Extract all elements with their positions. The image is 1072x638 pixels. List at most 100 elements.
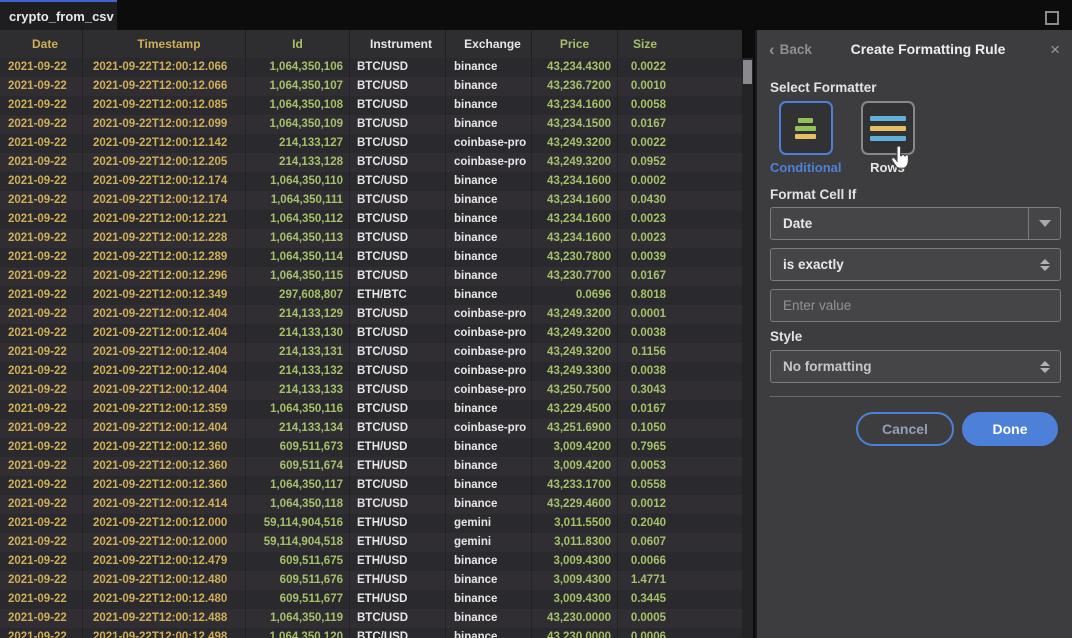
table-row[interactable]: 2021-09-22 2021-09-22T12:00:12.349 297,6… [0, 286, 742, 305]
bar-blue-top [870, 116, 906, 121]
table-row[interactable]: 2021-09-22 2021-09-22T12:00:12.498 1,064… [0, 628, 742, 638]
cell-instrument: BTC/USD [350, 609, 446, 628]
table-row[interactable]: 2021-09-22 2021-09-22T12:00:12.404 214,1… [0, 324, 742, 343]
table-row[interactable]: 2021-09-22 2021-09-22T12:00:12.404 214,1… [0, 362, 742, 381]
cell-instrument: BTC/USD [350, 96, 446, 115]
table-row[interactable]: 2021-09-22 2021-09-22T12:00:12.174 1,064… [0, 191, 742, 210]
cell-date: 2021-09-22 [0, 419, 83, 438]
cell-size: 0.0005 [618, 609, 672, 628]
table-row[interactable]: 2021-09-22 2021-09-22T12:00:12.066 1,064… [0, 77, 742, 96]
table-row[interactable]: 2021-09-22 2021-09-22T12:00:12.479 609,5… [0, 552, 742, 571]
column-header-exchange[interactable]: Exchange [446, 30, 532, 58]
cell-timestamp: 2021-09-22T12:00:12.066 [83, 77, 246, 96]
table-row[interactable]: 2021-09-22 2021-09-22T12:00:12.000 59,11… [0, 533, 742, 552]
table-row[interactable]: 2021-09-22 2021-09-22T12:00:12.480 609,5… [0, 590, 742, 609]
column-dropdown[interactable]: Date [770, 207, 1061, 240]
caret-down [1040, 266, 1050, 271]
rows-label: Rows [870, 160, 905, 175]
style-dropdown[interactable]: No formatting [770, 350, 1061, 383]
table-row[interactable]: 2021-09-22 2021-09-22T12:00:12.404 214,1… [0, 419, 742, 438]
cell-id: 1,064,350,107 [246, 77, 350, 96]
cell-id: 1,064,350,108 [246, 96, 350, 115]
cell-timestamp: 2021-09-22T12:00:12.296 [83, 267, 246, 286]
cell-id: 1,064,350,111 [246, 191, 350, 210]
table-row[interactable]: 2021-09-22 2021-09-22T12:00:12.205 214,1… [0, 153, 742, 172]
cell-instrument: BTC/USD [350, 134, 446, 153]
cell-instrument: BTC/USD [350, 628, 446, 638]
table-row[interactable]: 2021-09-22 2021-09-22T12:00:12.414 1,064… [0, 495, 742, 514]
cell-date: 2021-09-22 [0, 628, 83, 638]
cell-price: 43,234.1600 [532, 229, 618, 248]
table-row[interactable]: 2021-09-22 2021-09-22T12:00:12.360 609,5… [0, 457, 742, 476]
cell-exchange: binance [446, 438, 532, 457]
cell-exchange: coinbase-pro [446, 381, 532, 400]
cell-size: 0.0038 [618, 362, 672, 381]
cell-date: 2021-09-22 [0, 362, 83, 381]
table-row[interactable]: 2021-09-22 2021-09-22T12:00:12.488 1,064… [0, 609, 742, 628]
table-row[interactable]: 2021-09-22 2021-09-22T12:00:12.359 1,064… [0, 400, 742, 419]
cell-date: 2021-09-22 [0, 533, 83, 552]
table-row[interactable]: 2021-09-22 2021-09-22T12:00:12.480 609,5… [0, 571, 742, 590]
formatter-option-rows[interactable]: Rows [861, 101, 915, 175]
maximize-button[interactable] [1043, 9, 1060, 26]
cell-size: 0.0066 [618, 552, 672, 571]
back-button[interactable]: ‹ Back [769, 42, 812, 57]
cell-price: 43,249.3300 [532, 362, 618, 381]
cell-date: 2021-09-22 [0, 438, 83, 457]
cell-instrument: BTC/USD [350, 267, 446, 286]
column-header-timestamp[interactable]: Timestamp [83, 30, 246, 58]
cancel-button[interactable]: Cancel [856, 412, 954, 446]
cell-exchange: binance [446, 286, 532, 305]
cell-instrument: BTC/USD [350, 191, 446, 210]
cell-date: 2021-09-22 [0, 172, 83, 191]
cell-id: 214,133,130 [246, 324, 350, 343]
table-row[interactable]: 2021-09-22 2021-09-22T12:00:12.174 1,064… [0, 172, 742, 191]
cell-size: 0.0167 [618, 267, 672, 286]
table-row[interactable]: 2021-09-22 2021-09-22T12:00:12.000 59,11… [0, 514, 742, 533]
cell-size: 0.0952 [618, 153, 672, 172]
caret-up [1040, 259, 1050, 264]
cell-size: 0.0023 [618, 210, 672, 229]
value-input[interactable] [771, 290, 1060, 321]
cell-id: 609,511,674 [246, 457, 350, 476]
close-icon[interactable]: × [1050, 41, 1060, 58]
table-row[interactable]: 2021-09-22 2021-09-22T12:00:12.142 214,1… [0, 134, 742, 153]
formatter-option-conditional[interactable]: Conditional [770, 101, 842, 175]
column-header-instrument[interactable]: Instrument [350, 30, 446, 58]
cell-timestamp: 2021-09-22T12:00:12.174 [83, 191, 246, 210]
cell-exchange: binance [446, 590, 532, 609]
table-row[interactable]: 2021-09-22 2021-09-22T12:00:12.360 609,5… [0, 438, 742, 457]
table-row[interactable]: 2021-09-22 2021-09-22T12:00:12.085 1,064… [0, 96, 742, 115]
column-header-date[interactable]: Date [0, 30, 83, 58]
table-row[interactable]: 2021-09-22 2021-09-22T12:00:12.289 1,064… [0, 248, 742, 267]
table-row[interactable]: 2021-09-22 2021-09-22T12:00:12.404 214,1… [0, 381, 742, 400]
operator-dropdown[interactable]: is exactly [770, 248, 1061, 281]
cell-instrument: BTC/USD [350, 77, 446, 96]
table-row[interactable]: 2021-09-22 2021-09-22T12:00:12.404 214,1… [0, 343, 742, 362]
column-header-size[interactable]: Size [618, 30, 672, 58]
column-header-id[interactable]: Id [246, 30, 350, 58]
cell-date: 2021-09-22 [0, 77, 83, 96]
cell-size: 0.3445 [618, 590, 672, 609]
cell-exchange: binance [446, 229, 532, 248]
cell-date: 2021-09-22 [0, 153, 83, 172]
table-row[interactable]: 2021-09-22 2021-09-22T12:00:12.099 1,064… [0, 115, 742, 134]
vertical-scrollbar[interactable] [742, 58, 753, 638]
table-row[interactable]: 2021-09-22 2021-09-22T12:00:12.296 1,064… [0, 267, 742, 286]
cell-timestamp: 2021-09-22T12:00:12.414 [83, 495, 246, 514]
table-row[interactable]: 2021-09-22 2021-09-22T12:00:12.228 1,064… [0, 229, 742, 248]
column-header-price[interactable]: Price [532, 30, 618, 58]
table-row[interactable]: 2021-09-22 2021-09-22T12:00:12.221 1,064… [0, 210, 742, 229]
cell-exchange: binance [446, 628, 532, 638]
table-row[interactable]: 2021-09-22 2021-09-22T12:00:12.404 214,1… [0, 305, 742, 324]
tab-crypto-from-csv[interactable]: crypto_from_csv [0, 0, 117, 30]
scrollbar-thumb[interactable] [743, 60, 752, 84]
cell-exchange: binance [446, 609, 532, 628]
cell-date: 2021-09-22 [0, 115, 83, 134]
done-button[interactable]: Done [962, 412, 1058, 446]
bar-yellow-wide [795, 134, 816, 139]
cell-price: 43,249.3200 [532, 324, 618, 343]
maximize-icon [1045, 11, 1059, 25]
table-row[interactable]: 2021-09-22 2021-09-22T12:00:12.066 1,064… [0, 58, 742, 77]
table-row[interactable]: 2021-09-22 2021-09-22T12:00:12.360 1,064… [0, 476, 742, 495]
